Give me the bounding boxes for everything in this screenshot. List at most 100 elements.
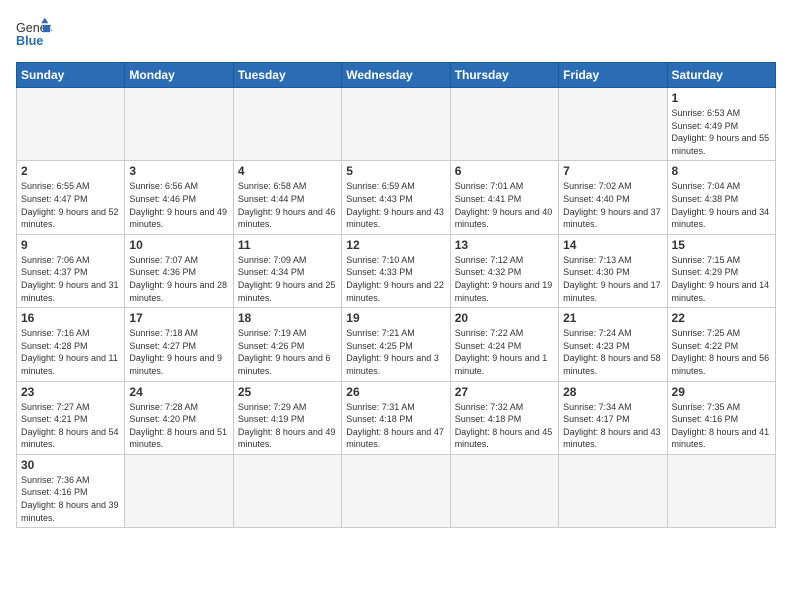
- day-cell: 11Sunrise: 7:09 AM Sunset: 4:34 PM Dayli…: [233, 234, 341, 307]
- day-info: Sunrise: 7:15 AM Sunset: 4:29 PM Dayligh…: [672, 254, 771, 304]
- day-cell: 22Sunrise: 7:25 AM Sunset: 4:22 PM Dayli…: [667, 308, 775, 381]
- day-cell: 12Sunrise: 7:10 AM Sunset: 4:33 PM Dayli…: [342, 234, 450, 307]
- week-row-3: 16Sunrise: 7:16 AM Sunset: 4:28 PM Dayli…: [17, 308, 776, 381]
- day-cell: [450, 454, 558, 527]
- day-cell: 29 Sunrise: 7:35 AM Sunset: 4:16 PM Dayli…: [667, 381, 775, 454]
- logo: General Blue: [16, 16, 52, 52]
- logo-icon: General Blue: [16, 16, 52, 52]
- day-number: 8: [672, 164, 771, 178]
- day-info: Sunrise: 7:02 AM Sunset: 4:40 PM Dayligh…: [563, 180, 662, 230]
- weekday-header-sunday: Sunday: [17, 63, 125, 88]
- day-number: 21: [563, 311, 662, 325]
- weekday-header-monday: Monday: [125, 63, 233, 88]
- day-number: 17: [129, 311, 228, 325]
- day-number: 29: [672, 385, 771, 399]
- week-row-4: 23Sunrise: 7:27 AM Sunset: 4:21 PM Dayli…: [17, 381, 776, 454]
- day-number: 7: [563, 164, 662, 178]
- day-info: Sunrise: 7:35 AM Sunset: 4:16 PM Dayligh…: [672, 401, 771, 451]
- day-cell: 13 Sunrise: 7:12 AM Sunset: 4:32 PM Dayli…: [450, 234, 558, 307]
- day-number: 6: [455, 164, 554, 178]
- day-info: Sunrise: 7:18 AM Sunset: 4:27 PM Dayligh…: [129, 327, 228, 377]
- day-info: Sunrise: 7:32 AM Sunset: 4:18 PM Dayligh…: [455, 401, 554, 451]
- day-info: Sunrise: 7:16 AM Sunset: 4:28 PM Dayligh…: [21, 327, 120, 377]
- day-number: 14: [563, 238, 662, 252]
- weekday-header-wednesday: Wednesday: [342, 63, 450, 88]
- day-cell: 21 Sunrise: 7:24 AM Sunset: 4:23 PM Dayli…: [559, 308, 667, 381]
- day-number: 25: [238, 385, 337, 399]
- day-info: Sunrise: 7:07 AM Sunset: 4:36 PM Dayligh…: [129, 254, 228, 304]
- day-number: 19: [346, 311, 445, 325]
- day-info: Sunrise: 7:19 AM Sunset: 4:26 PM Dayligh…: [238, 327, 337, 377]
- day-cell: 17 Sunrise: 7:18 AM Sunset: 4:27 PM Dayli…: [125, 308, 233, 381]
- day-cell: 6 Sunrise: 7:01 AM Sunset: 4:41 PM Daylig…: [450, 161, 558, 234]
- day-cell: [342, 454, 450, 527]
- day-cell: 23Sunrise: 7:27 AM Sunset: 4:21 PM Dayli…: [17, 381, 125, 454]
- day-info: Sunrise: 7:36 AM Sunset: 4:16 PM Dayligh…: [21, 474, 120, 524]
- day-cell: 24 Sunrise: 7:28 AM Sunset: 4:20 PM Dayli…: [125, 381, 233, 454]
- day-cell: [125, 88, 233, 161]
- day-info: Sunrise: 7:21 AM Sunset: 4:25 PM Dayligh…: [346, 327, 445, 377]
- day-info: Sunrise: 6:55 AM Sunset: 4:47 PM Dayligh…: [21, 180, 120, 230]
- day-info: Sunrise: 7:25 AM Sunset: 4:22 PM Dayligh…: [672, 327, 771, 377]
- day-cell: [233, 88, 341, 161]
- day-cell: 5Sunrise: 6:59 AM Sunset: 4:43 PM Daylig…: [342, 161, 450, 234]
- day-number: 20: [455, 311, 554, 325]
- day-info: Sunrise: 7:12 AM Sunset: 4:32 PM Dayligh…: [455, 254, 554, 304]
- day-number: 3: [129, 164, 228, 178]
- day-info: Sunrise: 7:28 AM Sunset: 4:20 PM Dayligh…: [129, 401, 228, 451]
- day-number: 4: [238, 164, 337, 178]
- day-number: 27: [455, 385, 554, 399]
- weekday-header-friday: Friday: [559, 63, 667, 88]
- day-info: Sunrise: 7:06 AM Sunset: 4:37 PM Dayligh…: [21, 254, 120, 304]
- day-cell: 26 Sunrise: 7:31 AM Sunset: 4:18 PM Dayli…: [342, 381, 450, 454]
- day-number: 28: [563, 385, 662, 399]
- day-cell: 9 Sunrise: 7:06 AM Sunset: 4:37 PM Daylig…: [17, 234, 125, 307]
- day-info: Sunrise: 6:59 AM Sunset: 4:43 PM Dayligh…: [346, 180, 445, 230]
- page-header: General Blue: [16, 16, 776, 52]
- week-row-5: 30Sunrise: 7:36 AM Sunset: 4:16 PM Dayli…: [17, 454, 776, 527]
- week-row-0: 1 Sunrise: 6:53 AM Sunset: 4:49 PM Daylig…: [17, 88, 776, 161]
- day-info: Sunrise: 6:53 AM Sunset: 4:49 PM Dayligh…: [672, 107, 771, 157]
- day-info: Sunrise: 7:34 AM Sunset: 4:17 PM Dayligh…: [563, 401, 662, 451]
- day-cell: 1 Sunrise: 6:53 AM Sunset: 4:49 PM Daylig…: [667, 88, 775, 161]
- weekday-header-row: SundayMondayTuesdayWednesdayThursdayFrid…: [17, 63, 776, 88]
- day-number: 13: [455, 238, 554, 252]
- day-cell: 14 Sunrise: 7:13 AM Sunset: 4:30 PM Dayli…: [559, 234, 667, 307]
- day-cell: 2Sunrise: 6:55 AM Sunset: 4:47 PM Daylig…: [17, 161, 125, 234]
- day-info: Sunrise: 7:31 AM Sunset: 4:18 PM Dayligh…: [346, 401, 445, 451]
- day-info: Sunrise: 7:01 AM Sunset: 4:41 PM Dayligh…: [455, 180, 554, 230]
- day-info: Sunrise: 7:10 AM Sunset: 4:33 PM Dayligh…: [346, 254, 445, 304]
- day-cell: 30Sunrise: 7:36 AM Sunset: 4:16 PM Dayli…: [17, 454, 125, 527]
- day-cell: 18 Sunrise: 7:19 AM Sunset: 4:26 PM Dayli…: [233, 308, 341, 381]
- day-cell: 20 Sunrise: 7:22 AM Sunset: 4:24 PM Dayli…: [450, 308, 558, 381]
- weekday-header-thursday: Thursday: [450, 63, 558, 88]
- day-cell: 10Sunrise: 7:07 AM Sunset: 4:36 PM Dayli…: [125, 234, 233, 307]
- day-cell: 16Sunrise: 7:16 AM Sunset: 4:28 PM Dayli…: [17, 308, 125, 381]
- day-cell: [450, 88, 558, 161]
- day-number: 24: [129, 385, 228, 399]
- day-number: 9: [21, 238, 120, 252]
- day-cell: [559, 454, 667, 527]
- day-info: Sunrise: 7:13 AM Sunset: 4:30 PM Dayligh…: [563, 254, 662, 304]
- day-cell: [667, 454, 775, 527]
- weekday-header-tuesday: Tuesday: [233, 63, 341, 88]
- week-row-1: 2Sunrise: 6:55 AM Sunset: 4:47 PM Daylig…: [17, 161, 776, 234]
- day-cell: 19 Sunrise: 7:21 AM Sunset: 4:25 PM Dayli…: [342, 308, 450, 381]
- day-info: Sunrise: 7:24 AM Sunset: 4:23 PM Dayligh…: [563, 327, 662, 377]
- svg-text:Blue: Blue: [16, 34, 43, 48]
- day-cell: [559, 88, 667, 161]
- day-info: Sunrise: 7:29 AM Sunset: 4:19 PM Dayligh…: [238, 401, 337, 451]
- week-row-2: 9 Sunrise: 7:06 AM Sunset: 4:37 PM Daylig…: [17, 234, 776, 307]
- day-info: Sunrise: 7:22 AM Sunset: 4:24 PM Dayligh…: [455, 327, 554, 377]
- day-cell: 7 Sunrise: 7:02 AM Sunset: 4:40 PM Daylig…: [559, 161, 667, 234]
- day-number: 1: [672, 91, 771, 105]
- day-cell: 4 Sunrise: 6:58 AM Sunset: 4:44 PM Daylig…: [233, 161, 341, 234]
- day-info: Sunrise: 6:58 AM Sunset: 4:44 PM Dayligh…: [238, 180, 337, 230]
- day-cell: 3Sunrise: 6:56 AM Sunset: 4:46 PM Daylig…: [125, 161, 233, 234]
- day-info: Sunrise: 7:09 AM Sunset: 4:34 PM Dayligh…: [238, 254, 337, 304]
- day-cell: 8Sunrise: 7:04 AM Sunset: 4:38 PM Daylig…: [667, 161, 775, 234]
- day-number: 26: [346, 385, 445, 399]
- day-number: 18: [238, 311, 337, 325]
- day-info: Sunrise: 7:27 AM Sunset: 4:21 PM Dayligh…: [21, 401, 120, 451]
- day-cell: [342, 88, 450, 161]
